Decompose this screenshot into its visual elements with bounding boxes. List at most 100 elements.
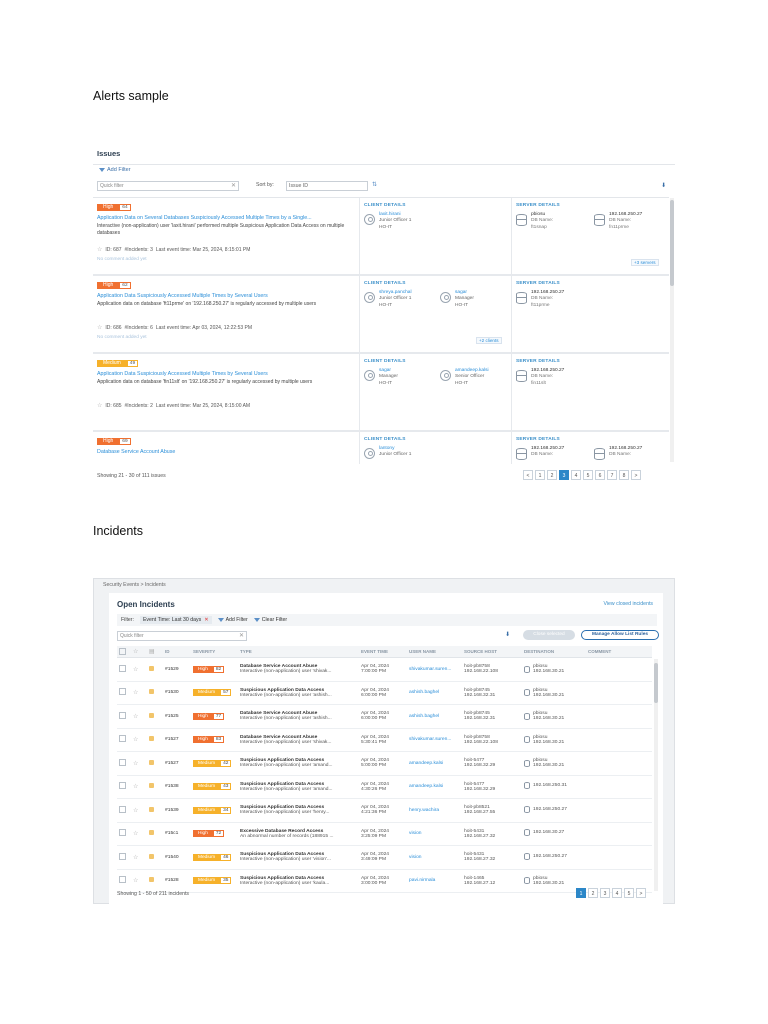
row-checkbox[interactable] [119, 664, 126, 672]
table-row[interactable]: ☆ #1530 Medium 57 Suspicious Application Dat… [117, 681, 652, 705]
star-icon[interactable]: ☆ [133, 690, 138, 696]
clear-icon[interactable]: ✕ [239, 632, 244, 640]
issue-title-link[interactable]: Application Data on Several Databases Su… [97, 215, 312, 221]
filter-chip[interactable]: Event Time: Last 30 days ✕ [139, 616, 212, 624]
issue-card[interactable]: High 69 Database Service Account Abuse CLIE… [93, 432, 669, 464]
row-checkbox[interactable] [119, 829, 126, 837]
page-button[interactable]: 2 [588, 888, 598, 898]
column-header[interactable]: ☆ [131, 646, 147, 658]
remove-filter-icon[interactable]: ✕ [204, 617, 208, 623]
scrollbar-thumb[interactable] [654, 663, 658, 703]
row-checkbox[interactable] [119, 805, 126, 813]
page-button[interactable]: 1 [576, 888, 586, 898]
table-row[interactable]: ☆ #1527 High 83 Database Service Account Abu… [117, 728, 652, 752]
page-button[interactable]: 3 [559, 470, 569, 480]
quick-filter-input[interactable]: Quick filter ✕ [117, 631, 247, 641]
user-name-link[interactable]: shivakumar.suren... [409, 667, 451, 672]
star-icon[interactable]: ☆ [97, 402, 102, 409]
table-row[interactable]: ☆ #15c1 High 72 Excessive Database Record Ac… [117, 822, 652, 846]
manage-allow-list-button[interactable]: Manage Allow List Rules [581, 630, 659, 640]
note-icon[interactable] [149, 712, 154, 718]
note-icon[interactable] [149, 736, 154, 742]
breadcrumb[interactable]: Security Events > Incidents [103, 582, 166, 588]
table-row[interactable]: ☆ #1527 Medium 42 Suspicious Application Dat… [117, 751, 652, 776]
issue-card[interactable]: High 62 Application Data Suspiciously Acce… [93, 276, 669, 354]
scrollbar-thumb[interactable] [670, 200, 674, 286]
row-checkbox[interactable] [119, 688, 126, 696]
column-header[interactable]: ID [163, 646, 191, 658]
star-icon[interactable]: ☆ [133, 784, 138, 790]
star-icon[interactable]: ☆ [133, 808, 138, 814]
page-button[interactable]: 7 [607, 470, 617, 480]
row-checkbox[interactable] [119, 758, 126, 766]
star-icon[interactable]: ☆ [133, 714, 138, 720]
quick-filter-input[interactable]: Quick filter ✕ [97, 181, 239, 191]
issues-scrollbar[interactable] [670, 198, 674, 462]
column-header[interactable]: SEVERITY [191, 646, 238, 658]
page-button[interactable]: 8 [619, 470, 629, 480]
sort-by-select[interactable]: Issue ID [286, 181, 368, 191]
user-name-link[interactable]: vision [409, 855, 422, 860]
table-row[interactable]: ☆ #1528 Medium 35 Suspicious Application Dat… [117, 869, 652, 893]
page-button[interactable]: 6 [595, 470, 605, 480]
add-filter-button[interactable]: Add Filter [217, 617, 248, 623]
table-row[interactable]: ☆ #1539 Medium 34 Suspicious Application Dat… [117, 798, 652, 823]
star-icon[interactable]: ☆ [133, 667, 138, 673]
note-icon[interactable] [149, 877, 154, 883]
note-icon[interactable] [149, 689, 154, 695]
note-icon[interactable] [149, 806, 154, 812]
user-name-link[interactable]: amandeep.kalsi [409, 784, 443, 789]
note-icon[interactable] [149, 759, 154, 765]
page-button[interactable]: 4 [571, 470, 581, 480]
clear-filter-button[interactable]: Clear Filter [253, 617, 287, 623]
user-name-link[interactable]: shivakumar.suren... [409, 737, 451, 742]
no-comment-text[interactable]: No comment added yet [97, 335, 147, 340]
select-all-checkbox[interactable] [119, 647, 126, 655]
user-name-link[interactable]: henry.wachira [409, 808, 439, 813]
close-selected-button[interactable]: Close selected [523, 630, 575, 640]
star-icon[interactable]: ☆ [133, 649, 138, 655]
row-checkbox[interactable] [119, 735, 126, 743]
column-header[interactable]: ▤ [147, 646, 163, 658]
star-icon[interactable]: ☆ [133, 761, 138, 767]
column-header[interactable]: COMMENT [586, 646, 652, 658]
table-row[interactable]: ☆ #1529 High 82 Database Service Account Abu… [117, 657, 652, 682]
no-comment-text[interactable]: No comment added yet [97, 257, 147, 262]
column-header[interactable]: DESTINATION [522, 646, 586, 658]
page-button[interactable]: 5 [624, 888, 634, 898]
page-button[interactable]: 4 [612, 888, 622, 898]
row-checkbox[interactable] [119, 852, 126, 860]
more-link[interactable]: +2 clients [476, 337, 502, 344]
column-header[interactable]: TYPE [238, 646, 359, 658]
user-name-link[interactable]: ashish.baghel [409, 690, 439, 695]
column-header[interactable]: EVENT TIME [359, 646, 407, 658]
clear-icon[interactable]: ✕ [231, 182, 236, 190]
star-icon[interactable]: ☆ [97, 324, 102, 331]
page-button[interactable]: 3 [600, 888, 610, 898]
issue-title-link[interactable]: Application Data Suspiciously Accessed M… [97, 293, 268, 299]
page-button[interactable]: > [636, 888, 646, 898]
row-checkbox[interactable] [119, 711, 126, 719]
column-header[interactable]: USER NAME [407, 646, 462, 658]
star-icon[interactable]: ☆ [133, 878, 138, 884]
table-row[interactable]: ☆ #1538 Medium 43 Suspicious Application Dat… [117, 775, 652, 799]
note-icon[interactable] [149, 853, 154, 859]
download-icon[interactable]: ⬇ [505, 631, 510, 638]
row-checkbox[interactable] [119, 876, 126, 884]
page-button[interactable]: > [631, 470, 641, 480]
sort-order-icon[interactable]: ⇅ [372, 181, 377, 188]
more-link[interactable]: +3 servers [631, 259, 659, 266]
page-button[interactable]: 5 [583, 470, 593, 480]
user-name-link[interactable]: amandeep.kalsi [409, 761, 443, 766]
incidents-scrollbar[interactable] [654, 659, 658, 891]
user-name-link[interactable]: pavi.nirmala [409, 878, 435, 883]
page-button[interactable]: 2 [547, 470, 557, 480]
star-icon[interactable]: ☆ [133, 737, 138, 743]
star-icon[interactable]: ☆ [133, 831, 138, 837]
page-button[interactable]: < [523, 470, 533, 480]
user-name-link[interactable]: ashish.baghel [409, 714, 439, 719]
view-closed-link[interactable]: View closed incidents [603, 601, 653, 607]
issue-card[interactable]: Medium 49 Application Data Suspiciously Ac… [93, 354, 669, 432]
note-icon[interactable] [149, 665, 154, 671]
note-icon[interactable] [149, 783, 154, 789]
